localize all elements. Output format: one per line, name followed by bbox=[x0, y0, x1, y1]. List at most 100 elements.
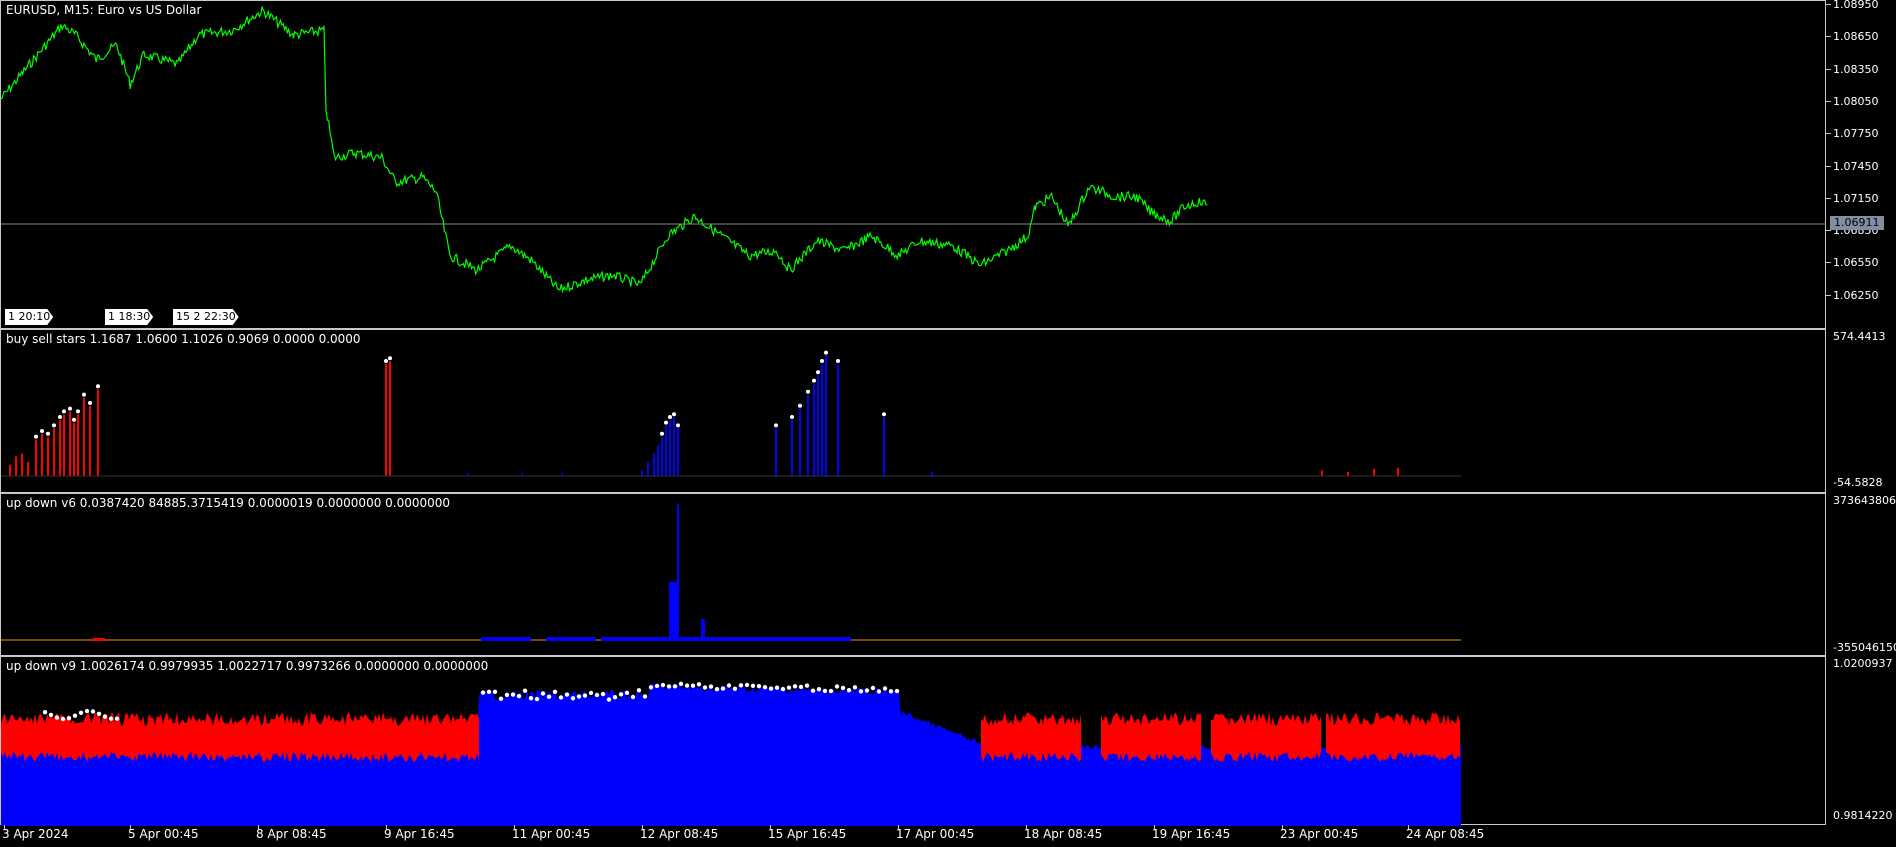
ind3-dot bbox=[558, 695, 564, 700]
ind3-dot bbox=[870, 685, 876, 691]
buy-star-17 bbox=[816, 370, 820, 375]
indicator-pane-buy-sell-stars[interactable]: buy sell stars 1.1687 1.0600 1.1026 0.90… bbox=[0, 329, 1826, 493]
buy-bar-11 bbox=[677, 428, 679, 476]
ind3-dot bbox=[648, 685, 654, 690]
sell-star-12 bbox=[76, 409, 80, 414]
indicator-pane-up-down-v9[interactable]: up down v9 1.0026174 0.9979935 1.0022717… bbox=[0, 656, 1826, 826]
price-tickmark bbox=[1826, 230, 1831, 232]
buy-bar-19 bbox=[825, 355, 827, 476]
ind3-scale-bottom: 0.9814220 bbox=[1833, 809, 1893, 822]
ind3-dot bbox=[102, 714, 108, 719]
ind3-dot bbox=[48, 712, 54, 718]
ind3-dot bbox=[504, 692, 510, 698]
sell-star-4 bbox=[34, 434, 38, 439]
ind3-dot bbox=[840, 685, 846, 691]
time-label: 3 Apr 2024 bbox=[2, 827, 69, 841]
buy-star-7 bbox=[660, 431, 664, 436]
buy-star-12 bbox=[774, 423, 778, 428]
ind3-dot bbox=[42, 710, 48, 715]
buy-bar-12 bbox=[775, 428, 777, 476]
sell-bar-12 bbox=[77, 414, 79, 476]
time-label: 18 Apr 08:45 bbox=[1024, 827, 1103, 841]
ind3-dot bbox=[876, 689, 882, 694]
ind3-dot bbox=[618, 692, 624, 697]
ind3-dot bbox=[54, 715, 60, 720]
indicator-pane-up-down-v6[interactable]: up down v6 0.0387420 84885.3715419 0.000… bbox=[0, 493, 1826, 656]
ind3-dot bbox=[888, 689, 894, 694]
buy-bar-7 bbox=[661, 436, 663, 476]
ind3-dot bbox=[792, 684, 798, 689]
ind3-dot bbox=[804, 683, 810, 688]
ind3-dot bbox=[480, 690, 486, 695]
sell-bar-21 bbox=[1397, 467, 1399, 476]
time-axis[interactable]: 3 Apr 2024 5 Apr 00:45 8 Apr 08:45 9 Apr 16… bbox=[0, 825, 1826, 847]
sell-bar-20 bbox=[1373, 469, 1375, 476]
ind3-scale-top: 1.0200937 bbox=[1833, 657, 1893, 670]
buy-bar-4 bbox=[647, 462, 649, 476]
ind3-dot bbox=[852, 685, 858, 690]
price-tick: 1.08350 bbox=[1833, 62, 1879, 76]
buy-star-9 bbox=[668, 415, 672, 419]
buy-bar-17 bbox=[817, 375, 819, 476]
ind3-red-band-2 bbox=[1101, 712, 1201, 762]
ind3-dot bbox=[828, 688, 834, 694]
ind3-dot bbox=[570, 696, 576, 701]
price-tickmark bbox=[1826, 4, 1831, 5]
ind3-dot bbox=[744, 682, 750, 688]
buy-bar-22 bbox=[931, 471, 933, 476]
price-tick: 1.06550 bbox=[1833, 256, 1879, 270]
ind2-bar-a bbox=[481, 637, 531, 641]
ind3-dot bbox=[750, 683, 756, 688]
ind3-dot bbox=[630, 694, 636, 700]
ind3-dot bbox=[492, 689, 498, 694]
ind3-dot bbox=[66, 716, 72, 721]
ind3-dot bbox=[510, 692, 516, 697]
ind3-dot bbox=[714, 687, 720, 692]
buy-star-16 bbox=[812, 378, 816, 383]
sell-bar-11 bbox=[73, 422, 75, 476]
price-tickmark bbox=[1826, 68, 1831, 70]
ind2-bar-c bbox=[601, 637, 851, 641]
ind3-dot bbox=[636, 688, 642, 693]
ind3-dot bbox=[684, 683, 690, 688]
ind3-dot bbox=[522, 688, 528, 693]
vline-tag-3[interactable]: 15 2 22:30 bbox=[173, 309, 239, 325]
buy-bar-15 bbox=[807, 394, 809, 476]
ind3-dot bbox=[624, 690, 630, 695]
indicator-title-up-down-v9: up down v9 1.0026174 0.9979935 1.0022717… bbox=[6, 659, 489, 673]
sell-star-7 bbox=[52, 423, 56, 428]
buy-bar-16 bbox=[813, 383, 815, 476]
buy-bar-8 bbox=[665, 425, 667, 476]
buy-bar-6 bbox=[657, 445, 659, 476]
ind3-dot bbox=[822, 688, 828, 694]
buy-bar-13 bbox=[791, 420, 793, 476]
ind2-scale-top: 373643806 bbox=[1833, 494, 1896, 507]
price-tickmark bbox=[1826, 165, 1831, 167]
ind3-dot bbox=[534, 696, 540, 702]
time-label: 9 Apr 16:45 bbox=[384, 827, 455, 841]
sell-star-8 bbox=[58, 415, 62, 419]
ind2-bar-b bbox=[546, 637, 596, 641]
ind3-dot bbox=[606, 697, 612, 702]
price-chart-pane[interactable]: EURUSD, M15: Euro vs US Dollar 1 20:10 1… bbox=[0, 0, 1827, 330]
ind3-dot bbox=[672, 684, 678, 689]
vline-tag-2[interactable]: 1 18:30 bbox=[105, 309, 153, 325]
ind3-dot bbox=[696, 682, 702, 687]
buy-star-18 bbox=[820, 359, 824, 363]
ind3-dot bbox=[582, 693, 588, 698]
sell-bar-4 bbox=[35, 439, 37, 476]
price-line-chart[interactable] bbox=[1, 1, 1827, 330]
price-tickmark bbox=[1826, 294, 1831, 296]
ind1-scale-top: 574.4413 bbox=[1833, 330, 1886, 343]
ind3-dot bbox=[96, 711, 102, 716]
ind3-dot bbox=[882, 686, 888, 691]
up-down-v9-area bbox=[1, 681, 1461, 826]
buy-star-21 bbox=[882, 412, 886, 417]
sell-bar-17 bbox=[389, 361, 391, 476]
ind3-dot bbox=[732, 686, 738, 691]
price-tickmark bbox=[1826, 197, 1831, 199]
buy-star-10 bbox=[672, 412, 676, 417]
chart-title: EURUSD, M15: Euro vs US Dollar bbox=[6, 3, 202, 17]
vline-tag-1[interactable]: 1 20:10 bbox=[5, 309, 53, 325]
time-label: 19 Apr 16:45 bbox=[1152, 827, 1231, 841]
